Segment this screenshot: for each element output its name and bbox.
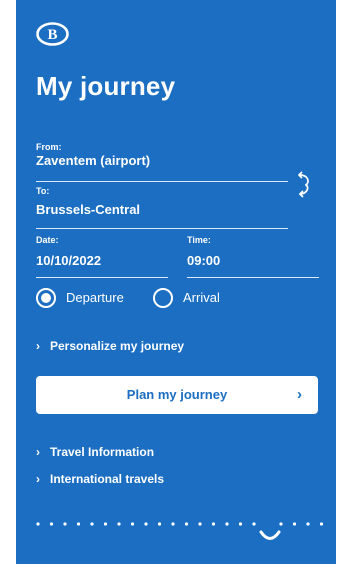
sncb-logo-icon: B [36, 22, 69, 46]
dots-row [36, 522, 324, 526]
loading-dot [211, 522, 216, 526]
radio-selected-dot [41, 293, 51, 303]
to-label: To: [36, 186, 50, 196]
to-underline [36, 228, 288, 229]
international-travels-link[interactable]: › International travels [36, 471, 164, 487]
loading-dot [171, 522, 175, 526]
loading-dot [198, 522, 202, 526]
chevron-right-icon: › [297, 386, 302, 403]
chevron-right-icon: › [36, 472, 40, 486]
loading-dot [225, 522, 229, 526]
time-field[interactable]: 09:00 [187, 253, 220, 269]
loading-dot [292, 522, 297, 526]
personalize-journey-link[interactable]: › Personalize my journey [36, 338, 184, 354]
international-travels-label: International travels [50, 472, 165, 486]
plan-journey-label: Plan my journey [126, 387, 228, 402]
loading-dot [90, 522, 94, 526]
personalize-journey-label: Personalize my journey [50, 339, 185, 353]
time-underline [187, 277, 319, 278]
date-underline [36, 277, 168, 278]
loading-dot [184, 522, 189, 526]
spinner-arc [259, 530, 281, 540]
swap-vertical-icon[interactable] [292, 170, 314, 198]
page-title: My journey [36, 71, 176, 101]
loading-dot [157, 522, 162, 526]
journey-panel: B My journey From: Zaventem (airport) To… [16, 0, 336, 564]
chevron-right-icon: › [36, 445, 40, 459]
loading-dot [319, 522, 324, 526]
travel-information-label: Travel Information [50, 445, 155, 459]
loading-dot [63, 522, 67, 526]
loading-dot [130, 522, 135, 526]
loading-dot [117, 522, 121, 526]
loading-dot [238, 522, 243, 526]
from-underline [36, 181, 288, 182]
arrival-label[interactable]: Arrival [183, 290, 220, 306]
travel-information-link[interactable]: › Travel Information [36, 444, 154, 460]
loading-dot [306, 522, 310, 526]
loading-dot [252, 522, 256, 526]
loading-dot [36, 522, 40, 526]
departure-label[interactable]: Departure [66, 290, 124, 306]
date-field[interactable]: 10/10/2022 [36, 253, 101, 269]
dots-spinner-icon [36, 522, 324, 540]
logo-letter: B [47, 27, 57, 43]
from-label: From: [36, 142, 62, 152]
departure-radio[interactable] [36, 288, 56, 308]
arrival-radio[interactable] [153, 288, 173, 308]
time-label: Time: [187, 235, 211, 245]
date-label: Date: [36, 235, 59, 245]
chevron-right-icon: › [36, 339, 40, 353]
from-field[interactable]: Zaventem (airport) [36, 153, 150, 169]
loading-dot [279, 522, 283, 526]
loading-dot [49, 522, 54, 526]
loading-dot [76, 522, 81, 526]
to-field[interactable]: Brussels-Central [36, 202, 140, 218]
loading-dot [144, 522, 148, 526]
plan-journey-button[interactable]: Plan my journey › [36, 376, 318, 414]
loading-dot [103, 522, 108, 526]
